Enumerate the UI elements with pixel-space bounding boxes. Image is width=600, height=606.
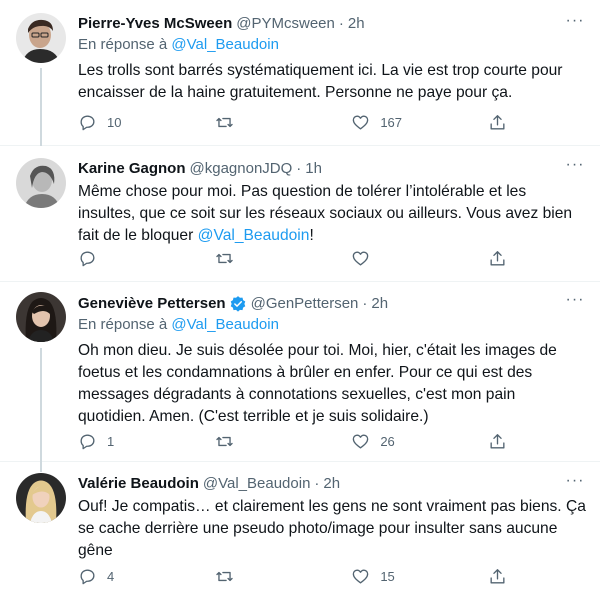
separator: ·: [362, 295, 368, 312]
share-button[interactable]: [488, 112, 508, 132]
thread-line: [40, 462, 42, 472]
display-name[interactable]: Valérie Beaudoin: [78, 474, 199, 494]
tweet-header: Pierre-Yves McSween @PYMcsween · 2h: [78, 14, 586, 34]
reply-count: 10: [107, 114, 122, 130]
retweet-button[interactable]: [215, 112, 325, 132]
retweet-button[interactable]: [215, 566, 325, 586]
reply-count: 4: [107, 568, 115, 584]
like-icon: [353, 433, 369, 449]
reply-button[interactable]: 1: [78, 431, 188, 451]
like-button[interactable]: [351, 248, 461, 268]
share-button[interactable]: [488, 431, 508, 451]
retweet-icon: [215, 436, 233, 446]
timestamp[interactable]: 2h: [348, 14, 365, 34]
tweet-actions: [78, 248, 508, 268]
reply-button[interactable]: 4: [78, 566, 188, 586]
tweet[interactable]: ··· Valérie Beaudoin @Val_Beaudoin · 2h …: [0, 462, 600, 606]
tweet-text: Les trolls sont barrés systématiquement …: [78, 62, 563, 101]
separator: ·: [296, 160, 302, 177]
display-name[interactable]: Pierre-Yves McSween: [78, 14, 232, 34]
retweet-icon: [215, 117, 233, 127]
reply-icon: [80, 114, 95, 130]
like-count: 26: [380, 433, 395, 449]
retweet-button[interactable]: [215, 248, 325, 268]
like-button[interactable]: 167: [351, 112, 461, 132]
tweet-text-end: !: [309, 227, 314, 244]
reply-context: En réponse à @Val_Beaudoin: [78, 35, 586, 55]
tweet-header: Karine Gagnon @kgagnonJDQ · 1h: [78, 159, 586, 179]
like-button[interactable]: 26: [351, 431, 461, 451]
reply-button[interactable]: [78, 248, 188, 268]
tweet-text: Ouf! Je compatis… et clairement les gens…: [78, 498, 586, 559]
display-name[interactable]: Karine Gagnon: [78, 159, 186, 179]
display-name[interactable]: Geneviève Pettersen: [78, 294, 226, 314]
like-button[interactable]: 15: [351, 566, 461, 586]
like-icon: [353, 114, 369, 130]
avatar[interactable]: [16, 13, 66, 63]
share-icon: [490, 433, 505, 449]
tweet-text: Oh mon dieu. Je suis désolée pour toi. M…: [78, 342, 557, 425]
timestamp[interactable]: 1h: [305, 159, 322, 179]
tweet-header: Valérie Beaudoin @Val_Beaudoin · 2h: [78, 474, 586, 494]
reply-button[interactable]: 10: [78, 112, 188, 132]
share-icon: [490, 568, 505, 584]
avatar[interactable]: [16, 158, 66, 208]
reply-icon: [80, 433, 95, 449]
reply-prefix: En réponse à: [78, 36, 168, 53]
reply-icon: [80, 250, 95, 266]
tweet-actions: 10 167: [78, 112, 508, 132]
share-icon: [490, 114, 505, 130]
tweet-text-body: Même chose pour moi. Pas question de tol…: [78, 183, 573, 244]
reply-count: 1: [107, 433, 115, 449]
user-handle[interactable]: @kgagnonJDQ: [190, 159, 293, 179]
tweet[interactable]: ··· Karine Gagnon @kgagnonJDQ · 1h Même …: [0, 146, 600, 282]
avatar[interactable]: [16, 473, 66, 523]
like-count: 167: [380, 114, 403, 130]
like-icon: [353, 568, 369, 584]
reply-to-link[interactable]: @Val_Beaudoin: [171, 36, 279, 53]
user-handle[interactable]: @GenPettersen: [251, 294, 359, 314]
thread-line: [40, 68, 42, 146]
retweet-icon: [215, 571, 233, 581]
tweet[interactable]: ··· Geneviève Pettersen @GenPettersen · …: [0, 282, 600, 462]
separator: ·: [338, 15, 344, 32]
tweet-actions: 4 15: [78, 566, 508, 586]
like-count: 15: [380, 568, 395, 584]
reply-context: En réponse à @Val_Beaudoin: [78, 315, 586, 335]
user-handle[interactable]: @PYMcsween: [236, 14, 335, 34]
reply-icon: [80, 568, 95, 584]
like-icon: [353, 250, 369, 266]
verified-badge-icon: [229, 295, 247, 313]
share-button[interactable]: [488, 566, 508, 586]
tweet[interactable]: ··· Pierre-Yves McSween @PYMcsween · 2h …: [0, 0, 600, 146]
avatar[interactable]: [16, 292, 66, 342]
share-button[interactable]: [488, 248, 508, 268]
mention-link[interactable]: @Val_Beaudoin: [198, 227, 310, 244]
thread-line: [40, 348, 42, 462]
reply-prefix: En réponse à: [78, 316, 168, 333]
timestamp[interactable]: 2h: [323, 474, 340, 494]
tweet-header: Geneviève Pettersen @GenPettersen · 2h: [78, 294, 586, 314]
retweet-icon: [215, 253, 233, 263]
share-icon: [490, 250, 505, 266]
retweet-button[interactable]: [215, 431, 325, 451]
separator: ·: [314, 475, 320, 492]
timestamp[interactable]: 2h: [371, 294, 388, 314]
tweet-actions: 1 26: [78, 431, 508, 451]
reply-to-link[interactable]: @Val_Beaudoin: [171, 316, 279, 333]
user-handle[interactable]: @Val_Beaudoin: [203, 474, 311, 494]
tweet-text: Même chose pour moi. Pas question de tol…: [78, 181, 586, 247]
